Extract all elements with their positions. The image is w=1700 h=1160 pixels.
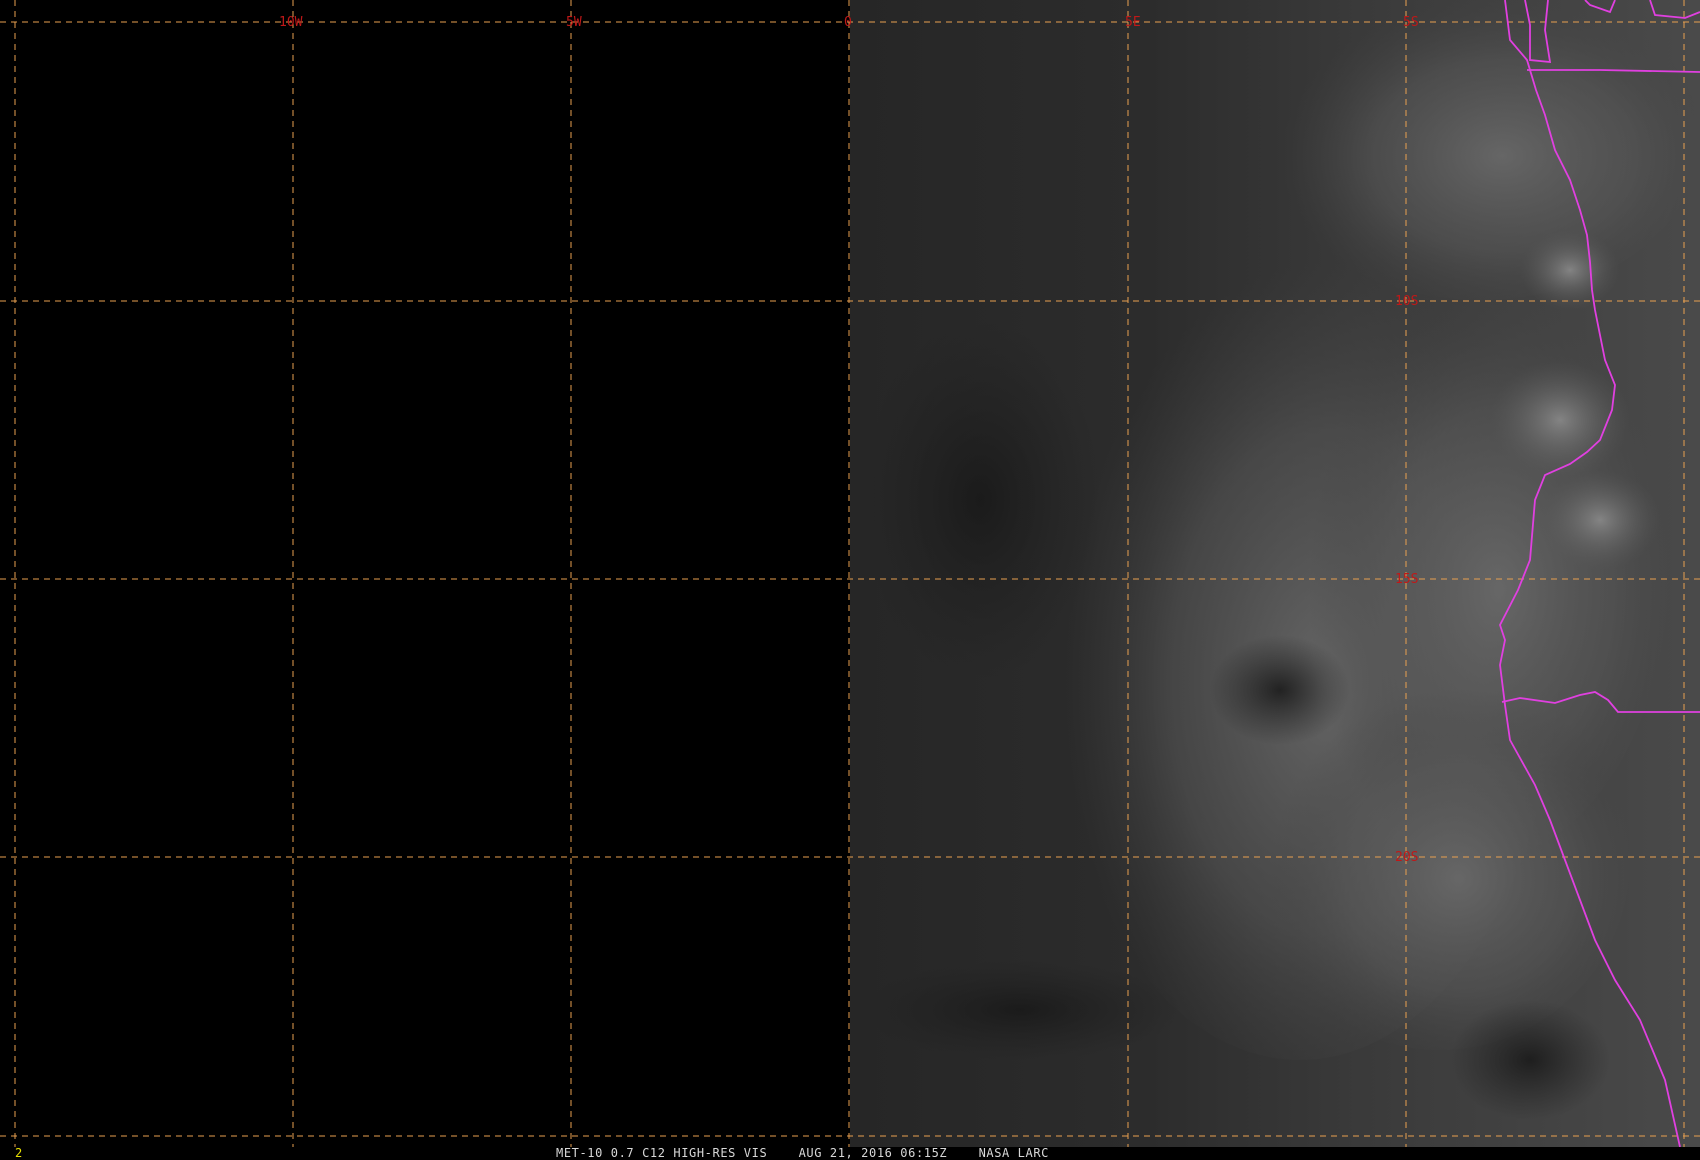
longitude-label-0: 0 <box>844 15 852 30</box>
status-bar: 2 MET-10 0.7 C12 HIGH-RES VIS AUG 21, 20… <box>0 1147 1700 1160</box>
latitude-label-20s: 20S <box>1395 850 1419 865</box>
night-region <box>0 0 850 1147</box>
latitude-label-5s: 5S <box>1403 15 1419 30</box>
longitude-label-10w: 10W <box>279 15 303 30</box>
longitude-label-5w: 5W <box>566 15 582 30</box>
longitude-label-5e: 5E <box>1125 15 1141 30</box>
satellite-image-viewer: 10W 5W 0 5E 5S 10S 15S 20S 2 MET-10 0.7 … <box>0 0 1700 1160</box>
satellite-channel: MET-10 0.7 C12 HIGH-RES VIS <box>556 1146 768 1160</box>
image-source: NASA LARC <box>978 1146 1049 1160</box>
satellite-image <box>0 0 1700 1147</box>
image-datetime: AUG 21, 2016 06:15Z <box>798 1146 948 1160</box>
image-caption: MET-10 0.7 C12 HIGH-RES VIS AUG 21, 2016… <box>556 1147 1049 1160</box>
frame-number: 2 <box>15 1146 23 1160</box>
latitude-label-15s: 15S <box>1395 572 1419 587</box>
daylight-region <box>850 0 1700 1147</box>
latitude-label-10s: 10S <box>1395 294 1419 309</box>
